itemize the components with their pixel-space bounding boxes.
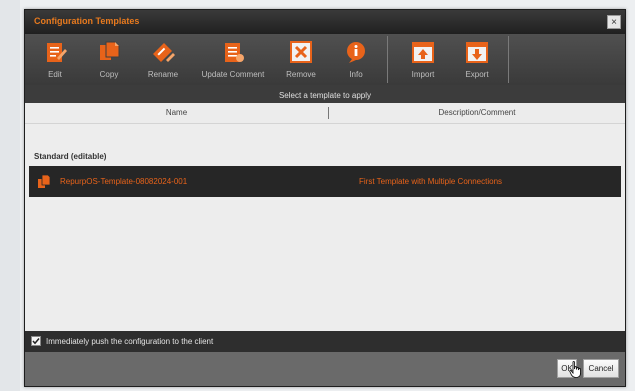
push-config-checkbox[interactable] bbox=[31, 336, 41, 346]
rename-button[interactable]: Rename bbox=[143, 34, 183, 85]
section-title-standard: Standard (editable) bbox=[34, 152, 107, 161]
toolbar: Edit Copy Rename Update Comment Remove I… bbox=[25, 34, 625, 85]
remove-button[interactable]: Remove bbox=[281, 34, 321, 85]
update-comment-icon bbox=[225, 43, 244, 62]
info-button[interactable]: Info bbox=[336, 34, 376, 85]
column-header-name[interactable]: Name bbox=[25, 103, 328, 123]
edit-icon bbox=[47, 43, 67, 62]
export-button[interactable]: Export bbox=[455, 34, 499, 85]
copy-button[interactable]: Copy bbox=[91, 34, 127, 85]
page-left-stripe bbox=[0, 0, 20, 391]
info-label: Info bbox=[349, 70, 363, 79]
copy-icon bbox=[100, 41, 120, 60]
import-button[interactable]: Import bbox=[401, 34, 445, 85]
close-button[interactable]: × bbox=[607, 15, 621, 29]
checkmark-icon bbox=[32, 338, 40, 345]
push-option-bar: Immediately push the configuration to th… bbox=[25, 331, 625, 352]
template-list: Standard (editable) RepurpOS-Template-08… bbox=[25, 124, 625, 331]
remove-icon bbox=[290, 41, 312, 63]
dialog-title: Configuration Templates bbox=[34, 16, 140, 26]
edit-button[interactable]: Edit bbox=[37, 34, 73, 85]
export-icon bbox=[466, 42, 488, 63]
configuration-templates-dialog: Configuration Templates × Edit Copy Rena… bbox=[24, 9, 626, 387]
ok-button[interactable]: OK bbox=[557, 359, 577, 378]
export-label: Export bbox=[465, 70, 489, 79]
update-comment-label: Update Comment bbox=[201, 70, 265, 79]
template-row[interactable]: RepurpOS-Template-08082024-001 First Tem… bbox=[29, 166, 621, 197]
edit-label: Edit bbox=[48, 70, 62, 79]
copy-label: Copy bbox=[99, 70, 119, 79]
import-label: Import bbox=[411, 70, 435, 79]
template-icon bbox=[38, 174, 51, 188]
apply-instruction-text: Select a template to apply bbox=[278, 91, 372, 100]
remove-label: Remove bbox=[286, 70, 316, 79]
push-config-label: Immediately push the configuration to th… bbox=[46, 337, 214, 346]
toolbar-separator bbox=[387, 36, 388, 83]
rename-label: Rename bbox=[147, 70, 179, 79]
import-icon bbox=[412, 42, 434, 63]
dialog-titlebar: Configuration Templates × bbox=[25, 10, 625, 34]
column-headers: Name Description/Comment bbox=[25, 103, 625, 124]
template-name: RepurpOS-Template-08082024-001 bbox=[60, 177, 188, 186]
info-icon bbox=[347, 42, 365, 63]
column-header-description[interactable]: Description/Comment bbox=[329, 103, 625, 123]
dialog-footer: OK Cancel bbox=[25, 352, 625, 386]
apply-instruction-bar: Select a template to apply bbox=[25, 85, 625, 103]
cancel-button[interactable]: Cancel bbox=[583, 359, 619, 378]
close-icon: × bbox=[611, 17, 617, 28]
update-comment-button[interactable]: Update Comment bbox=[195, 34, 271, 85]
rename-icon bbox=[153, 43, 175, 62]
toolbar-separator-end bbox=[508, 36, 509, 83]
template-description: First Template with Multiple Connections bbox=[359, 177, 503, 186]
